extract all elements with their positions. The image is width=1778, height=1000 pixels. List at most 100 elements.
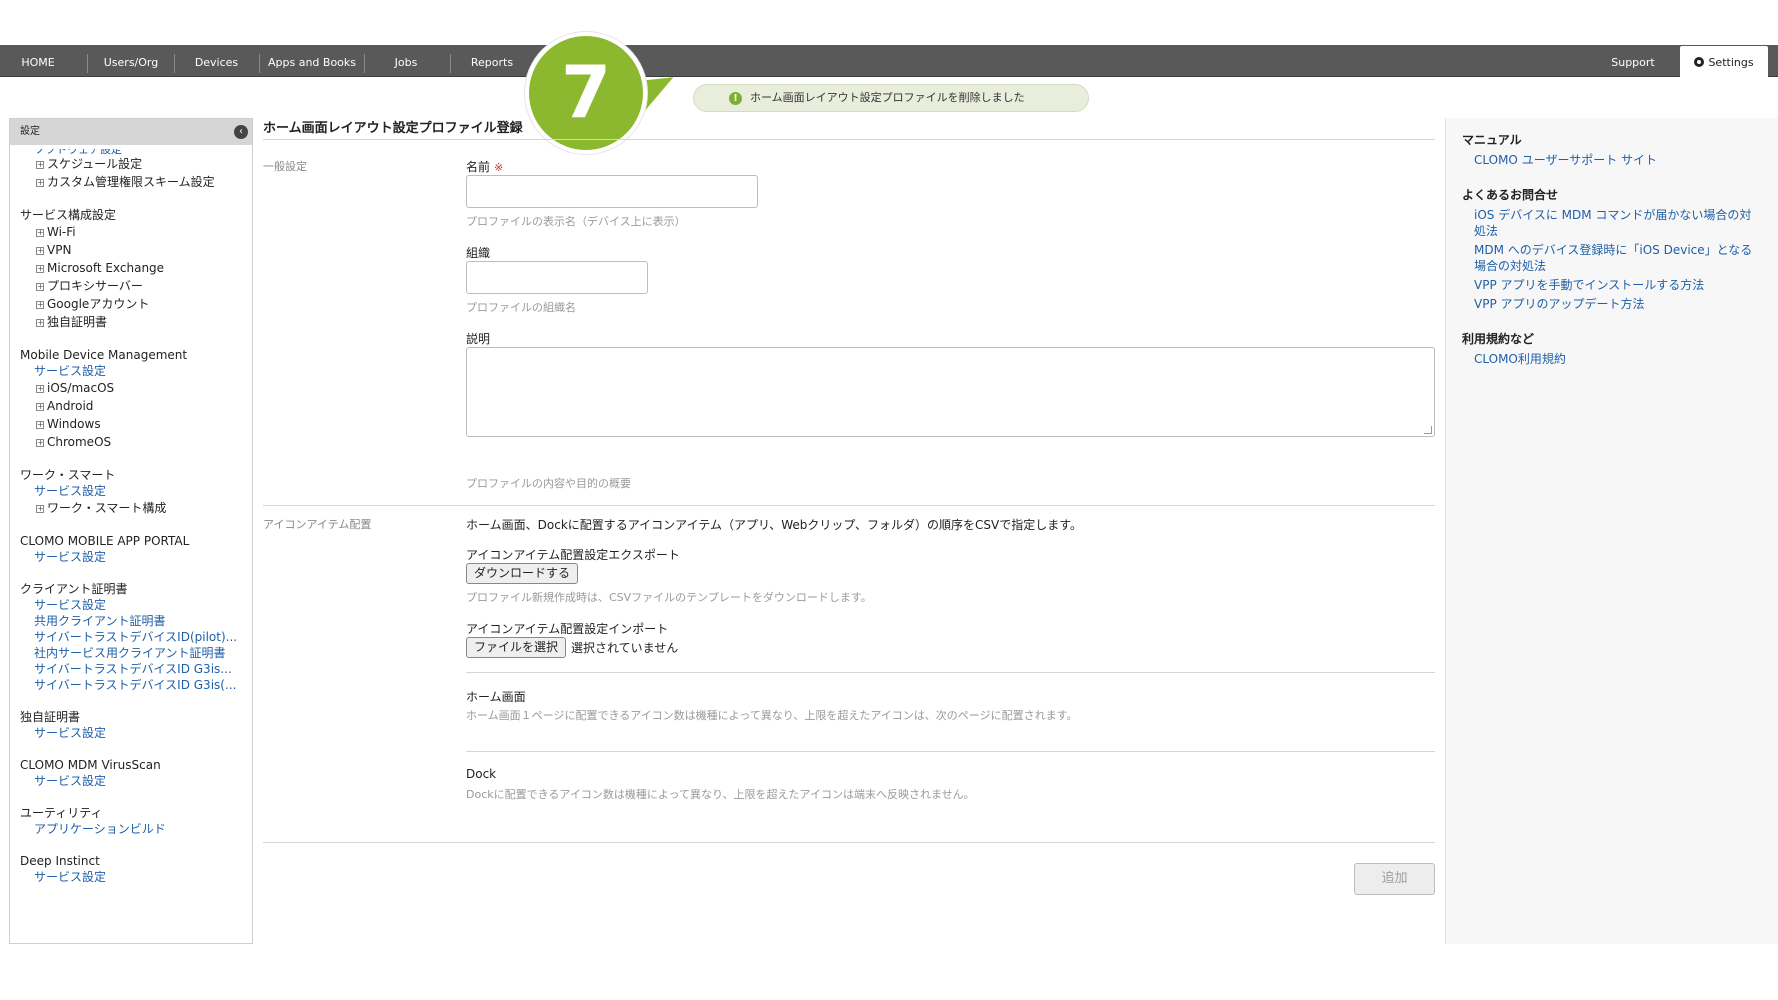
- profile-form: ホーム画面レイアウト設定プロファイル登録 一般設定 名前 ※ プロファイルの表示名…: [263, 118, 1435, 895]
- description-hint: プロファイルの内容や目的の概要: [466, 477, 631, 490]
- add-button[interactable]: 追加: [1354, 863, 1435, 895]
- sidebar-tree-item[interactable]: + Microsoft Exchange: [20, 259, 252, 277]
- terms-link[interactable]: CLOMO利用規約: [1462, 351, 1762, 367]
- sidebar-tree-item[interactable]: + プロキシサーバー: [20, 277, 252, 295]
- collapse-sidebar-icon[interactable]: ‹: [234, 125, 248, 139]
- description-textarea[interactable]: [466, 347, 1435, 437]
- sidebar-item-label: カスタム管理権限スキーム設定: [47, 175, 215, 189]
- file-status: 選択されていません: [571, 641, 679, 655]
- sidebar-item-schedule[interactable]: + スケジュール設定: [20, 155, 252, 173]
- sidebar-link[interactable]: 社内サービス用クライアント証明書: [20, 645, 244, 661]
- expand-icon: +: [36, 228, 44, 237]
- sidebar-tree-item[interactable]: + VPN: [20, 241, 252, 259]
- sidebar-item-label: ChromeOS: [47, 435, 112, 449]
- sidebar-item-label: iOS/macOS: [47, 381, 115, 395]
- sidebar-tree-item[interactable]: + iOS/macOS: [20, 379, 252, 397]
- sidebar-tree-item[interactable]: + Googleアカウント: [20, 295, 252, 313]
- nav-settings-label: Settings: [1708, 56, 1754, 69]
- expand-icon: +: [36, 264, 44, 273]
- manual-link[interactable]: CLOMO ユーザーサポート サイト: [1462, 152, 1762, 168]
- export-hint: プロファイル新規作成時は、CSVファイルのテンプレートをダウンロードします。: [466, 591, 872, 604]
- choose-file-button[interactable]: ファイルを選択: [466, 637, 567, 658]
- nav-jobs[interactable]: Jobs: [365, 45, 447, 77]
- nav-users-org[interactable]: Users/Org: [88, 45, 174, 77]
- page-title: ホーム画面レイアウト設定プロファイル登録: [263, 118, 1435, 140]
- sidebar-tree-item[interactable]: + 独自証明書: [20, 313, 252, 331]
- sidebar-tree-item[interactable]: + ChromeOS: [20, 433, 252, 451]
- nav-reports[interactable]: Reports: [451, 45, 533, 77]
- nav-settings-tab[interactable]: Settings: [1680, 46, 1768, 77]
- expand-icon: +: [36, 246, 44, 255]
- resize-handle-icon[interactable]: [1424, 426, 1432, 434]
- top-nav: HOME Users/Org Devices Apps and Books Jo…: [0, 45, 1778, 77]
- sidebar-item-label: Android: [47, 399, 94, 413]
- sidebar-group-title: ワーク・スマート: [20, 468, 116, 482]
- sidebar-link[interactable]: サービス設定: [20, 597, 244, 613]
- sidebar-item-label: Googleアカウント: [47, 297, 150, 311]
- sidebar-link[interactable]: サービス設定: [20, 483, 244, 499]
- sidebar-item-label: Wi-Fi: [47, 225, 76, 239]
- expand-icon: +: [36, 160, 44, 169]
- sidebar-link[interactable]: サイバートラストデバイスID G3is...: [20, 661, 244, 677]
- manual-title: マニュアル: [1462, 133, 1522, 147]
- sidebar-item-label: Microsoft Exchange: [47, 261, 165, 275]
- name-label-text: 名前: [466, 160, 491, 174]
- name-input[interactable]: [466, 175, 758, 208]
- section-divider: [466, 672, 1435, 673]
- sidebar-item-custom-roles[interactable]: + カスタム管理権限スキーム設定: [20, 173, 252, 191]
- help-sidebar: マニュアル CLOMO ユーザーサポート サイト よくあるお問合せ iOS デバ…: [1445, 118, 1778, 944]
- sidebar-link[interactable]: サービス設定: [20, 549, 244, 565]
- terms-title: 利用規約など: [1462, 332, 1535, 346]
- section-general: 一般設定: [263, 160, 307, 173]
- section-icon-layout: アイコンアイテム配置: [263, 518, 372, 531]
- section-divider: [263, 505, 1435, 506]
- required-mark: ※: [494, 161, 504, 174]
- sidebar-group-title: クライアント証明書: [20, 582, 128, 596]
- sidebar-title: 設定: [20, 126, 40, 137]
- sidebar-tree-item[interactable]: + ワーク・スマート構成: [20, 499, 252, 517]
- download-button[interactable]: ダウンロードする: [466, 563, 579, 584]
- expand-icon: +: [36, 282, 44, 291]
- sidebar-tree-item[interactable]: + Wi-Fi: [20, 223, 252, 241]
- org-input[interactable]: [466, 261, 648, 294]
- icon-layout-description: ホーム画面、Dockに配置するアイコンアイテム（アプリ、Webクリップ、フォルダ…: [466, 518, 1083, 532]
- sidebar-link[interactable]: サービス設定: [20, 363, 244, 379]
- org-label: 組織: [466, 246, 491, 260]
- expand-icon: +: [36, 300, 44, 309]
- success-toast: ! ホーム画面レイアウト設定プロファイルを削除しました: [693, 84, 1089, 112]
- faq-link[interactable]: VPP アプリを手動でインストールする方法: [1462, 277, 1762, 293]
- sidebar-group-title: ユーティリティ: [20, 806, 103, 820]
- sidebar-link[interactable]: サイバートラストデバイスID G3is(...: [20, 677, 244, 693]
- nav-apps-and-books[interactable]: Apps and Books: [260, 45, 364, 77]
- sidebar-link[interactable]: サービス設定: [20, 725, 244, 741]
- sidebar-tree-item[interactable]: + Windows: [20, 415, 252, 433]
- sidebar-item-label: プロキシサーバー: [47, 279, 143, 293]
- faq-link[interactable]: iOS デバイスに MDM コマンドが届かない場合の対処法: [1462, 207, 1762, 239]
- faq-link[interactable]: VPP アプリのアップデート方法: [1462, 296, 1762, 312]
- sidebar-link[interactable]: 共用クライアント証明書: [20, 613, 244, 629]
- exclamation-icon: !: [729, 92, 742, 105]
- nav-support[interactable]: Support: [1596, 45, 1670, 77]
- sidebar-link[interactable]: アプリケーションビルド: [20, 821, 244, 837]
- sidebar-link[interactable]: サービス設定: [20, 773, 244, 789]
- sidebar-menu: ソフトウェア設定 +スケジュール設定 +カスタム管理権限スキーム設定 サービス構…: [10, 145, 252, 885]
- sidebar-link[interactable]: サイバートラストデバイスID(pilot)...: [20, 629, 244, 645]
- sidebar-link[interactable]: サービス設定: [20, 869, 244, 885]
- dock-hint: Dockに配置できるアイコン数は機種によって異なり、上限を超えたアイコンは端末へ…: [466, 788, 975, 801]
- home-screen-label: ホーム画面: [466, 690, 526, 704]
- section-divider: [263, 842, 1435, 843]
- expand-icon: +: [36, 438, 44, 447]
- faq-link[interactable]: MDM へのデバイス登録時に「iOS Device」となる場合の対処法: [1462, 242, 1762, 274]
- toast-message: ホーム画面レイアウト設定プロファイルを削除しました: [750, 91, 1025, 104]
- import-label: アイコンアイテム配置設定インポート: [466, 622, 669, 636]
- faq-title: よくあるお問合せ: [1462, 188, 1559, 202]
- nav-devices[interactable]: Devices: [175, 45, 258, 77]
- sidebar-group-title: CLOMO MOBILE APP PORTAL: [20, 534, 190, 548]
- expand-icon: +: [36, 402, 44, 411]
- sidebar-tree-item[interactable]: + Android: [20, 397, 252, 415]
- sidebar-group-title: サービス構成設定: [20, 208, 117, 222]
- home-screen-hint: ホーム画面１ページに配置できるアイコン数は機種によって異なり、上限を超えたアイコ…: [466, 709, 1078, 722]
- sidebar-header: 設定 ‹: [10, 119, 252, 145]
- sidebar-group-title: Deep Instinct: [20, 854, 100, 868]
- nav-home[interactable]: HOME: [0, 45, 76, 77]
